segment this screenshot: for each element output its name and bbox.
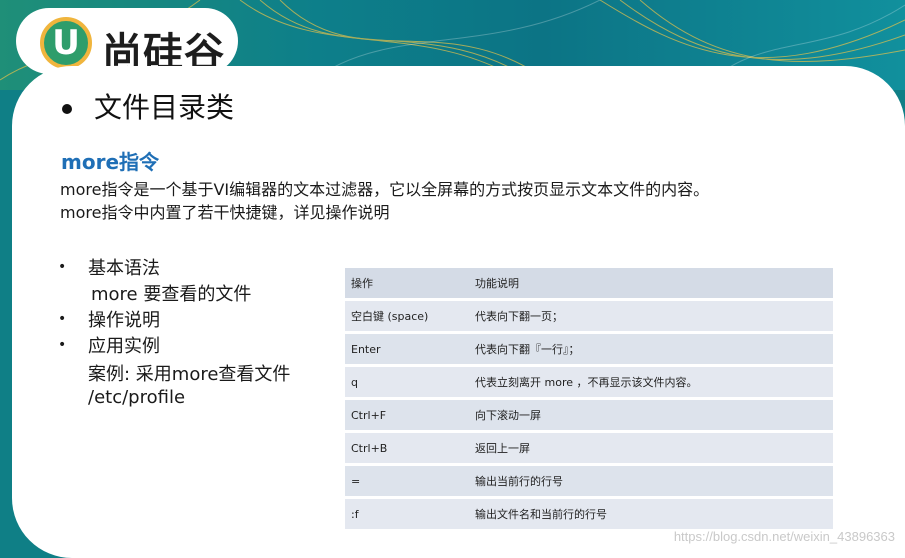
- table-cell-key: :f: [345, 499, 469, 529]
- bullet-icon: •: [58, 337, 67, 353]
- section-title-text: 文件目录类: [94, 91, 235, 124]
- table-row: :f 输出文件名和当前行的行号: [345, 499, 833, 529]
- table-cell-key: q: [345, 367, 469, 397]
- table-cell-key: Enter: [345, 334, 469, 364]
- table-cell-desc: 向下滚动一屏: [469, 400, 833, 430]
- table-row: 空白键 (space) 代表向下翻一页；: [345, 301, 833, 331]
- syntax-label: 基本语法: [88, 258, 160, 279]
- table-header-row: 操作 功能说明: [345, 268, 833, 298]
- section-title: 文件目录类: [62, 86, 234, 126]
- ops-label: 操作说明: [88, 310, 160, 331]
- table-row: = 输出当前行的行号: [345, 466, 833, 496]
- bullet-icon: •: [58, 311, 67, 327]
- table-cell-desc: 代表向下翻『一行』；: [469, 334, 833, 364]
- table-cell-key: 空白键 (space): [345, 301, 469, 331]
- operations-table: 操作 功能说明 空白键 (space) 代表向下翻一页； Enter 代表向下翻…: [345, 265, 833, 532]
- bullet-icon: [62, 104, 72, 114]
- command-description: more指令是一个基于VI编辑器的文本过滤器，它以全屏幕的方式按页显示文本文件的…: [60, 178, 709, 224]
- logo-mark-icon: U: [40, 17, 92, 69]
- example-label: 应用实例: [88, 336, 160, 357]
- table-cell-key: =: [345, 466, 469, 496]
- watermark: https://blog.csdn.net/weixin_43896363: [673, 529, 895, 544]
- table-cell-key: Ctrl+F: [345, 400, 469, 430]
- example-text: 案例: 采用more查看文件: [88, 364, 291, 385]
- example-path: /etc/profile: [88, 387, 186, 408]
- syntax-value: more 要查看的文件: [91, 284, 252, 305]
- table-row: q 代表立刻离开 more ，不再显示该文件内容。: [345, 367, 833, 397]
- logo: U 尚硅谷: [16, 8, 238, 76]
- table-header-cell: 操作: [345, 268, 469, 298]
- table-cell-desc: 输出当前行的行号: [469, 466, 833, 496]
- description-line-2: more指令中内置了若干快捷键，详见操作说明: [60, 203, 390, 222]
- bullet-icon: •: [58, 259, 67, 275]
- table-row: Ctrl+F 向下滚动一屏: [345, 400, 833, 430]
- table-cell-desc: 输出文件名和当前行的行号: [469, 499, 833, 529]
- table-row: Enter 代表向下翻『一行』；: [345, 334, 833, 364]
- table-row: Ctrl+B 返回上一屏: [345, 433, 833, 463]
- command-title: more指令: [61, 150, 160, 174]
- table-cell-key: Ctrl+B: [345, 433, 469, 463]
- table-cell-desc: 代表立刻离开 more ，不再显示该文件内容。: [469, 367, 833, 397]
- table-header-cell: 功能说明: [469, 268, 833, 298]
- description-line-1: more指令是一个基于VI编辑器的文本过滤器，它以全屏幕的方式按页显示文本文件的…: [60, 180, 710, 199]
- table-cell-desc: 返回上一屏: [469, 433, 833, 463]
- table-cell-desc: 代表向下翻一页；: [469, 301, 833, 331]
